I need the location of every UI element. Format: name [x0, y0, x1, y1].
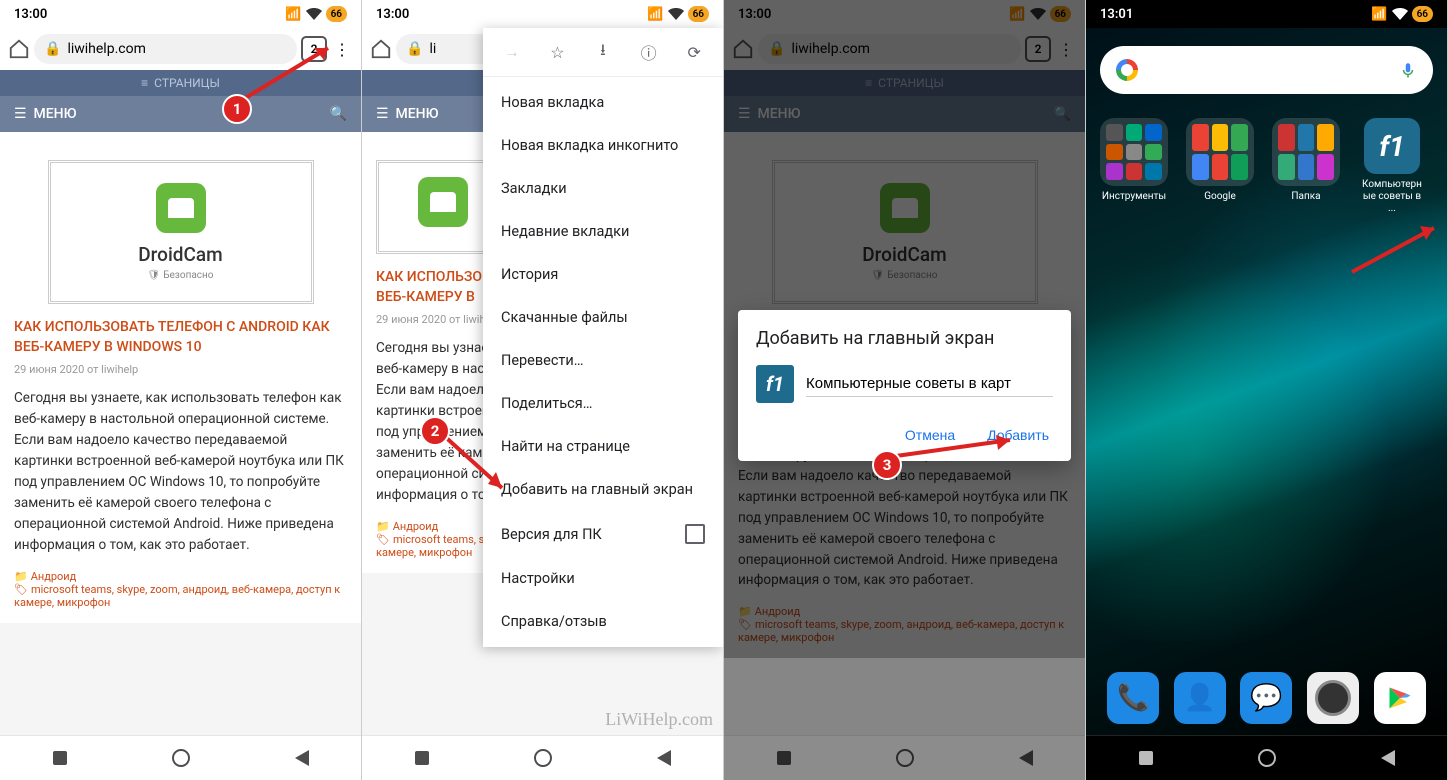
article-meta: 29 июня 2020 от liwihelp [14, 363, 347, 376]
menu-share[interactable]: Поделиться… [483, 382, 723, 425]
status-icons: 📶 66 [285, 6, 347, 22]
star-icon[interactable]: ☆ [545, 40, 569, 64]
status-icons: 📶 66 [647, 6, 709, 22]
menu-downloads[interactable]: Скачанные файлы [483, 296, 723, 339]
chrome-menu: → ☆ ⭳ ⓘ ⟳ Новая вкладка Новая вкладка ин… [483, 28, 723, 647]
dock: 📞 👤 💬 [1086, 672, 1447, 724]
menu-bookmarks[interactable]: Закладки [483, 167, 723, 210]
menu-settings[interactable]: Настройки [483, 557, 723, 600]
menu-label: МЕНЮ [34, 106, 77, 122]
menu-translate[interactable]: Перевести… [483, 339, 723, 382]
home-shortcut-f1[interactable]: f1Компьютерн ые советы в ... [1358, 118, 1426, 215]
forward-icon[interactable]: → [500, 40, 524, 64]
article-text: Сегодня вы узнаете, как использовать тел… [14, 388, 347, 555]
arrow-4 [1346, 220, 1446, 280]
folder-tools[interactable]: Инструменты [1100, 118, 1168, 215]
messages-app-icon[interactable]: 💬 [1240, 672, 1292, 724]
lock-icon: 🔒 [44, 41, 61, 57]
home-icon[interactable] [8, 38, 30, 60]
camera-app-icon[interactable] [1307, 672, 1359, 724]
nav-home[interactable] [1258, 749, 1276, 767]
droidcam-icon [156, 183, 206, 233]
home-icon[interactable] [370, 38, 392, 60]
nav-recent[interactable] [415, 751, 429, 765]
menu-help[interactable]: Справка/отзыв [483, 600, 723, 643]
watermark: LiWiHelp.com [605, 709, 713, 730]
arrow-2 [438, 430, 518, 500]
hamburger-icon[interactable]: ☰ [14, 106, 27, 122]
status-bar: 13:01 📶 66 [1086, 0, 1447, 28]
phone-app-icon[interactable]: 📞 [1107, 672, 1159, 724]
card-badge: 🛡 Безопасно [71, 270, 291, 281]
search-icon[interactable]: 🔍 [330, 106, 347, 122]
dialog-title: Добавить на главный экран [756, 328, 1053, 349]
reload-icon[interactable]: ⟳ [682, 40, 706, 64]
download-icon[interactable]: ⭳ [591, 40, 615, 64]
f1-app-icon: f1 [1364, 118, 1420, 174]
menu-top-row: → ☆ ⭳ ⓘ ⟳ [483, 28, 723, 77]
nav-bar [0, 735, 361, 780]
nav-recent[interactable] [53, 751, 67, 765]
callout-badge-3: 3 [872, 450, 902, 480]
shortcut-name-input[interactable] [806, 371, 1053, 397]
status-bar: 13:00 📶 66 [362, 0, 723, 28]
droidcam-icon [418, 177, 468, 227]
app-card: DroidCam 🛡 Безопасно [48, 160, 314, 304]
google-logo-icon [1116, 59, 1138, 81]
menu-history[interactable]: История [483, 253, 723, 296]
phone-4: 13:01 📶 66 Инструменты Google Папка f1Ко… [1086, 0, 1448, 780]
signal-icon: 📶 [285, 7, 301, 22]
wifi-icon [306, 8, 322, 20]
menu-incognito[interactable]: Новая вкладка инкогнито [483, 124, 723, 167]
google-search-bar[interactable] [1100, 46, 1433, 94]
article-tags: 🏷microsoft teams, skype, zoom, андроид, … [14, 583, 347, 609]
status-bar: 13:00 📶 66 [0, 0, 361, 28]
nav-bar [1086, 735, 1447, 780]
nav-bar [362, 735, 723, 780]
info-icon[interactable]: ⓘ [637, 40, 661, 64]
callout-badge-1: 1 [222, 94, 252, 124]
arrow-3 [892, 432, 1022, 462]
url-text: liwihelp.com [67, 41, 145, 57]
nav-recent[interactable] [1139, 751, 1153, 765]
callout-badge-2: 2 [420, 416, 450, 446]
folder-google[interactable]: Google [1186, 118, 1254, 215]
phone-3: 13:00 📶 66 🔒liwihelp.com 2 ⋮ ≡ СТРАНИЦЫ … [724, 0, 1086, 780]
article-title[interactable]: КАК ИСПОЛЬЗОВАТЬ ТЕЛЕФОН С ANDROID КАК В… [14, 318, 347, 357]
status-time: 13:01 [1100, 7, 1133, 22]
play-store-icon[interactable] [1374, 672, 1426, 724]
contacts-app-icon[interactable]: 👤 [1174, 672, 1226, 724]
site-icon: f1 [756, 365, 794, 403]
folder-icon: 📁 [14, 570, 28, 583]
menu-desktop-site[interactable]: Версия для ПК [483, 511, 723, 557]
folder-generic[interactable]: Папка [1272, 118, 1340, 215]
battery-icon: 66 [326, 6, 347, 22]
menu-new-tab[interactable]: Новая вкладка [483, 81, 723, 124]
arrow-1 [236, 38, 346, 108]
menu-list: Новая вкладка Новая вкладка инкогнито За… [483, 77, 723, 647]
folder-row: Инструменты Google Папка f1Компьютерн ые… [1086, 112, 1447, 221]
nav-home[interactable] [172, 749, 190, 767]
nav-back[interactable] [657, 750, 671, 766]
nav-back[interactable] [1381, 750, 1395, 766]
tag-icon: 🏷 [14, 583, 28, 596]
phone-2: 13:00 📶 66 🔒 li ≡ СТРАНИЦЫ ☰ МЕНЮ КАК ИС… [362, 0, 724, 780]
menu-find[interactable]: Найти на странице [483, 425, 723, 468]
menu-add-homescreen[interactable]: Добавить на главный экран [483, 468, 723, 511]
page-content: DroidCam 🛡 Безопасно КАК ИСПОЛЬЗОВАТЬ ТЕ… [0, 132, 361, 623]
status-time: 13:00 [14, 7, 47, 22]
mic-icon[interactable] [1399, 61, 1417, 79]
phone-1: 13:00 📶 66 🔒 liwihelp.com 2 ⋮ ≡ СТРАНИЦЫ… [0, 0, 362, 780]
lock-icon: 🔒 [406, 41, 423, 57]
nav-back[interactable] [295, 750, 309, 766]
dialog-body: f1 [756, 365, 1053, 403]
status-time: 13:00 [376, 7, 409, 22]
nav-home[interactable] [534, 749, 552, 767]
home-screen[interactable]: Инструменты Google Папка f1Компьютерн ые… [1086, 28, 1447, 736]
card-title: DroidCam [71, 243, 291, 266]
article-category: 📁Андроид [14, 570, 347, 583]
checkbox-icon[interactable] [685, 524, 705, 544]
menu-recent-tabs[interactable]: Недавние вкладки [483, 210, 723, 253]
